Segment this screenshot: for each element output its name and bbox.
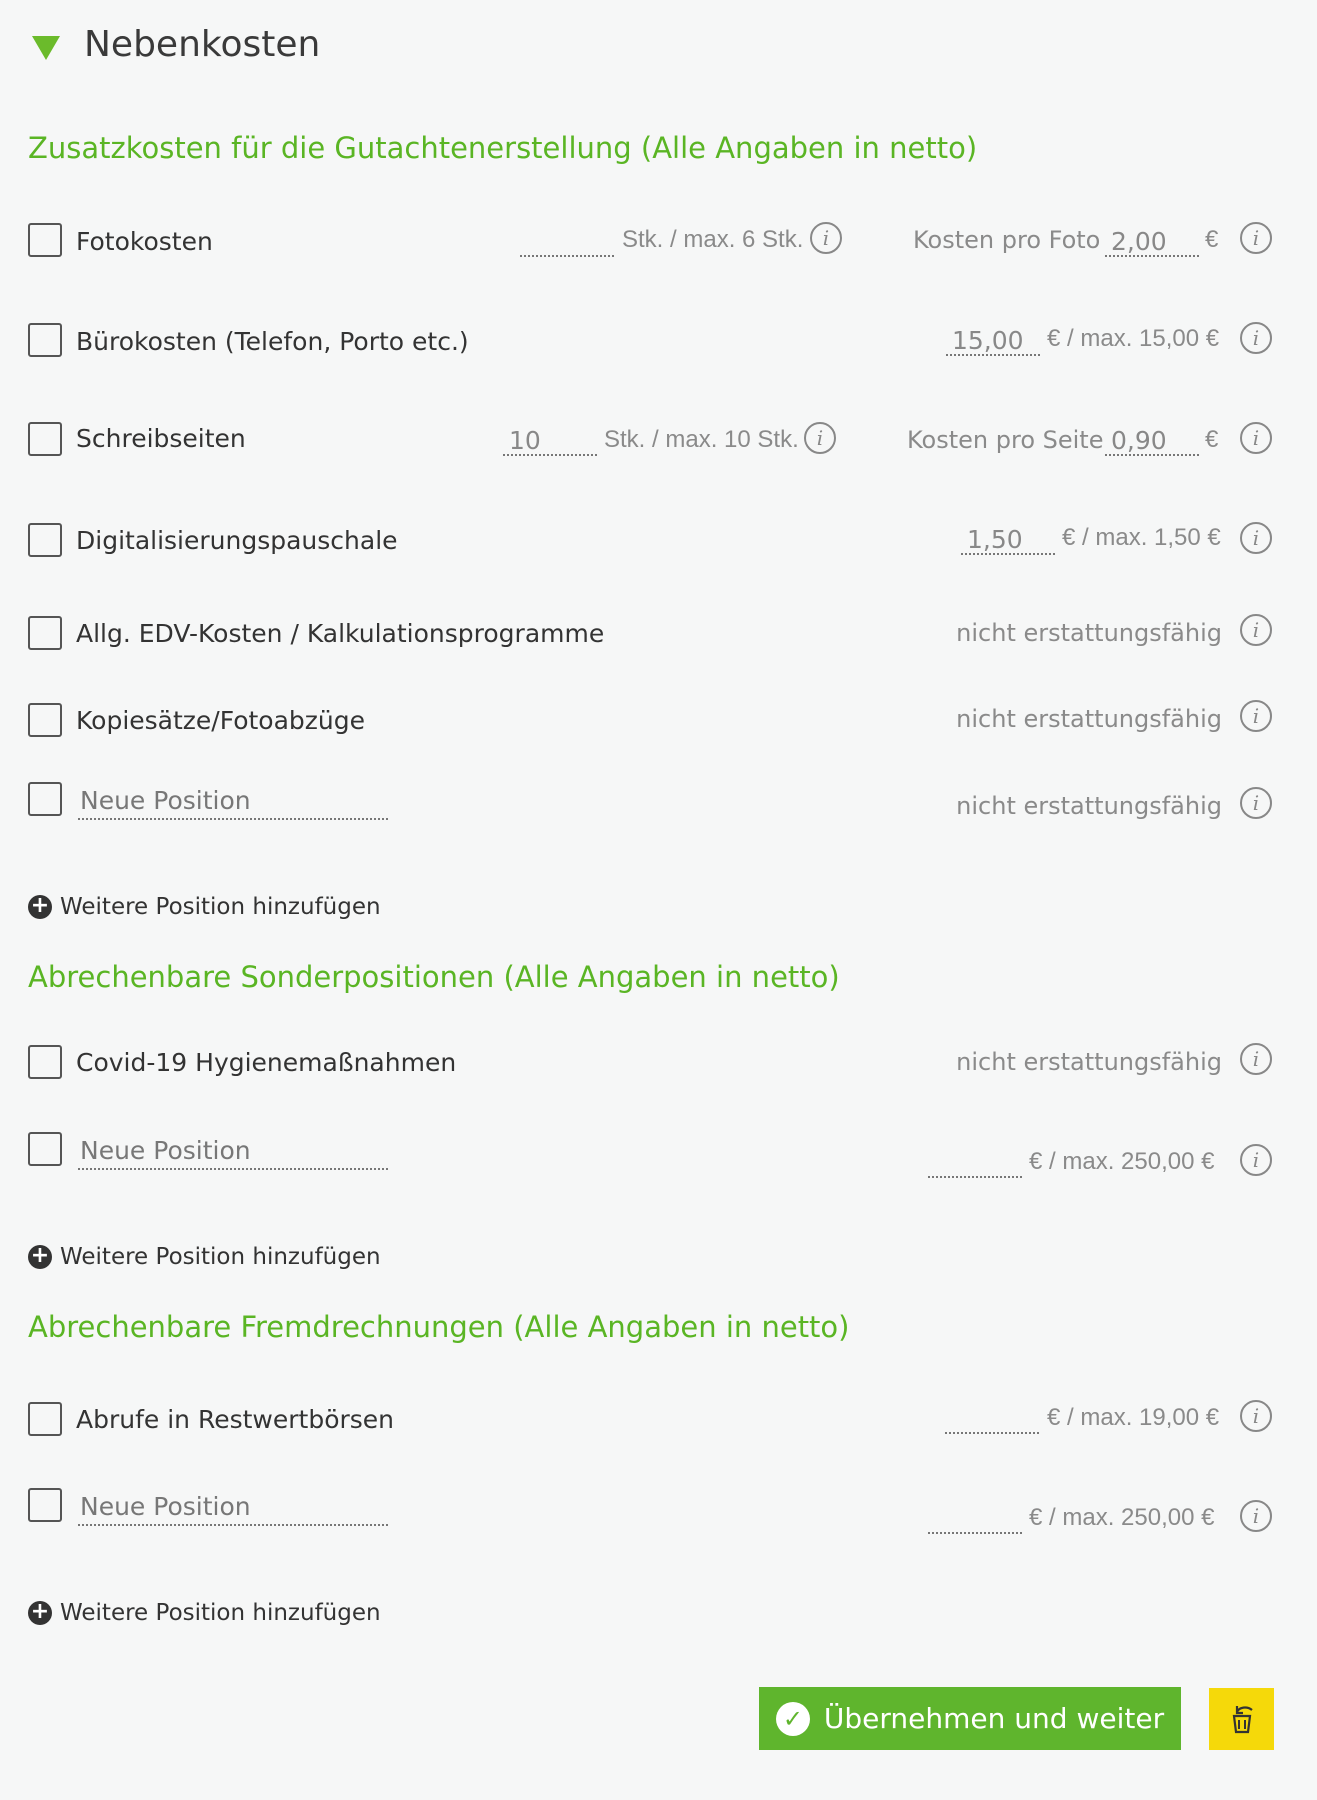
digitalisierung-unit: € / max. 1,50 € [1062,524,1221,551]
digitalisierung-checkbox[interactable] [28,523,62,557]
edv-checkbox[interactable] [28,616,62,650]
covid-checkbox[interactable] [28,1045,62,1079]
info-icon[interactable]: i [1240,1043,1272,1075]
amount-input[interactable] [928,1150,1022,1178]
edv-label: Allg. EDV-Kosten / Kalkulationsprogramme [76,619,605,648]
fotokosten-label: Fotokosten [76,227,213,256]
collapse-triangle-icon[interactable] [32,36,60,60]
amount-unit: € / max. 250,00 € [1029,1148,1215,1175]
info-icon[interactable]: i [804,422,836,454]
amount-input[interactable] [928,1506,1022,1534]
buerokosten-input[interactable]: 15,00 [946,328,1040,356]
section-title-sonderpositionen: Abrechenbare Sonderpositionen (Alle Anga… [28,960,840,994]
plus-circle-icon: + [28,1601,52,1625]
info-icon[interactable]: i [1240,700,1272,732]
info-icon[interactable]: i [1240,787,1272,819]
amount-unit: € / max. 19,00 € [1047,1404,1220,1431]
schreibseiten-label: Schreibseiten [76,424,246,453]
new-position-input[interactable]: Neue Position [78,786,388,820]
add-position-button[interactable]: + Weitere Position hinzufügen [28,894,381,920]
section-title-zusatzkosten: Zusatzkosten für die Gutachtenerstellung… [28,131,978,165]
not-refundable-text: nicht erstattungsfähig [956,792,1222,820]
add-position-button[interactable]: + Weitere Position hinzufügen [28,1600,381,1626]
add-position-label: Weitere Position hinzufügen [60,1600,381,1626]
plus-circle-icon: + [28,895,52,919]
new-position-input[interactable]: Neue Position [78,1492,388,1526]
reset-button[interactable] [1209,1688,1274,1750]
digitalisierung-input[interactable]: 1,50 [961,527,1055,555]
covid-label: Covid-19 Hygienemaßnahmen [76,1048,457,1077]
trash-undo-icon [1232,1706,1253,1734]
apply-button-label: Übernehmen und weiter [823,1702,1165,1735]
currency-symbol: € [1205,226,1219,253]
restwert-label: Abrufe in Restwertbörsen [76,1405,395,1434]
info-icon[interactable]: i [1240,422,1272,454]
schreibseiten-price-input[interactable]: 0,90 [1105,428,1199,456]
fotokosten-checkbox[interactable] [28,223,62,257]
new-position-input[interactable]: Neue Position [78,1136,388,1170]
new-position-checkbox[interactable] [28,782,62,816]
page-title: Nebenkosten [84,24,321,65]
fotokosten-price-label: Kosten pro Foto [913,226,1101,254]
add-position-button[interactable]: + Weitere Position hinzufügen [28,1244,381,1270]
amount-unit: € / max. 250,00 € [1029,1504,1215,1531]
fotokosten-price-input[interactable]: 2,00 [1105,229,1199,257]
schreibseiten-qty-input[interactable]: 10 [503,428,597,456]
add-position-label: Weitere Position hinzufügen [60,894,381,920]
kopiesaetze-label: Kopiesätze/Fotoabzüge [76,706,366,735]
apply-and-continue-button[interactable]: ✓ Übernehmen und weiter [759,1687,1181,1750]
not-refundable-text: nicht erstattungsfähig [956,705,1222,733]
schreibseiten-price-label: Kosten pro Seite [907,426,1104,454]
fotokosten-qty-input[interactable] [520,229,614,257]
kopiesaetze-checkbox[interactable] [28,703,62,737]
amount-input[interactable] [945,1406,1039,1434]
add-position-label: Weitere Position hinzufügen [60,1244,381,1270]
digitalisierung-label: Digitalisierungspauschale [76,526,398,555]
not-refundable-text: nicht erstattungsfähig [956,1048,1222,1076]
buerokosten-label: Bürokosten (Telefon, Porto etc.) [76,327,469,356]
info-icon[interactable]: i [1240,222,1272,254]
info-icon[interactable]: i [1240,1144,1272,1176]
currency-symbol: € [1205,426,1219,453]
check-circle-icon: ✓ [775,1701,810,1736]
info-icon[interactable]: i [1240,322,1272,354]
schreibseiten-checkbox[interactable] [28,422,62,456]
plus-circle-icon: + [28,1245,52,1269]
schreibseiten-qty-unit: Stk. / max. 10 Stk. [604,426,799,453]
section-title-fremdrechnungen: Abrechenbare Fremdrechnungen (Alle Angab… [28,1310,850,1344]
info-icon[interactable]: i [1240,1500,1272,1532]
info-icon[interactable]: i [810,222,842,254]
info-icon[interactable]: i [1240,614,1272,646]
fotokosten-qty-unit: Stk. / max. 6 Stk. [622,226,804,253]
not-refundable-text: nicht erstattungsfähig [956,619,1222,647]
buerokosten-unit: € / max. 15,00 € [1047,325,1220,352]
buerokosten-checkbox[interactable] [28,323,62,357]
info-icon[interactable]: i [1240,1400,1272,1432]
info-icon[interactable]: i [1240,522,1272,554]
restwert-checkbox[interactable] [28,1402,62,1436]
new-position-checkbox[interactable] [28,1132,62,1166]
new-position-checkbox[interactable] [28,1488,62,1522]
